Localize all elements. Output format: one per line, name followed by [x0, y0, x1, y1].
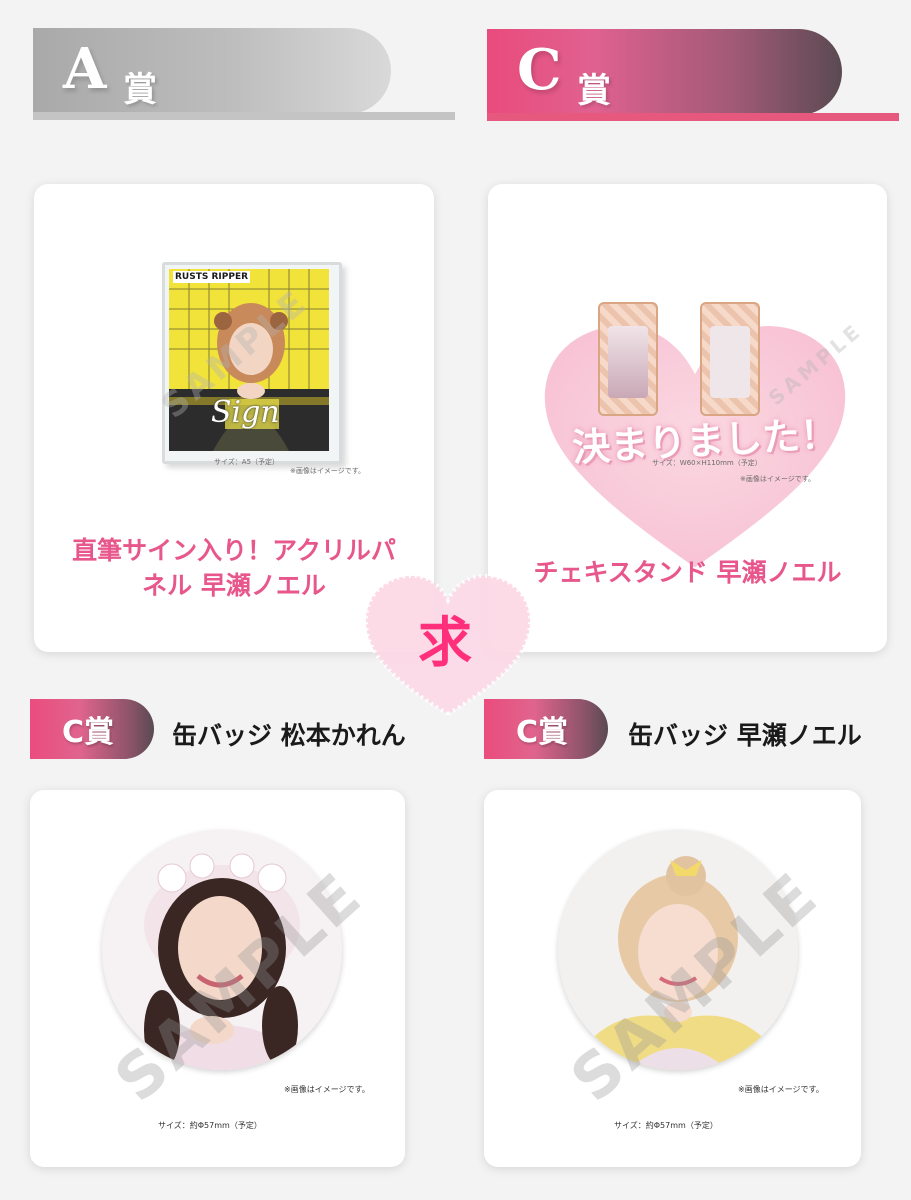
wanted-stamp-glyph: 求: [418, 611, 472, 674]
cheki-stand-right: [700, 302, 760, 416]
image-note: ※画像はイメージです。: [290, 467, 366, 475]
size-note: サイズ：A5（予定）: [214, 458, 280, 466]
image-note: ※画像はイメージです。: [284, 1085, 370, 1094]
c-prize-label-text: C賞: [62, 715, 115, 750]
panel-logo: RUSTS RIPPER: [173, 271, 251, 283]
a-prize-banner: A 賞: [33, 28, 455, 120]
badge-item-title-right: 缶バッジ 早瀬ノエル: [628, 721, 862, 750]
size-note: サイズ：約Φ57mm（予定）: [614, 1121, 718, 1130]
banner-underline: [33, 112, 455, 120]
banner-underline: [487, 113, 899, 121]
size-note: サイズ：約Φ57mm（予定）: [158, 1121, 262, 1130]
prize-name: チェキスタンド 早瀬ノエル: [533, 558, 842, 587]
c-prize-label-right: C賞: [484, 699, 608, 759]
banner-letter: C: [517, 37, 562, 103]
c-prize-label-left: C賞: [30, 699, 154, 759]
cheki-stand-left: [598, 302, 658, 416]
image-note: ※画像はイメージです。: [740, 475, 816, 483]
banner-letter: A: [63, 36, 107, 102]
banner-kanji: 賞: [577, 71, 611, 111]
c-prize-label-text: C賞: [516, 715, 569, 750]
badge-item-title-left: 缶バッジ 松本かれん: [172, 721, 406, 750]
c-prize-card[interactable]: SAMPLE 決まりました！ サイズ：W60×H110mm（予定） ※画像はイメ…: [488, 184, 887, 652]
banner-kanji: 賞: [123, 70, 157, 110]
image-note: ※画像はイメージです。: [738, 1085, 824, 1094]
c-prize-banner: C 賞: [487, 29, 899, 121]
badge-card-left[interactable]: SAMPLE ※画像はイメージです。 サイズ：約Φ57mm（予定）: [30, 790, 405, 1167]
prize-name-line1: 直筆サイン入り！アクリルパ: [72, 536, 396, 565]
badge-card-right[interactable]: SAMPLE ※画像はイメージです。 サイズ：約Φ57mm（予定）: [484, 790, 861, 1167]
sign-text: Sign: [211, 395, 280, 430]
size-note: サイズ：W60×H110mm（予定）: [652, 459, 762, 467]
